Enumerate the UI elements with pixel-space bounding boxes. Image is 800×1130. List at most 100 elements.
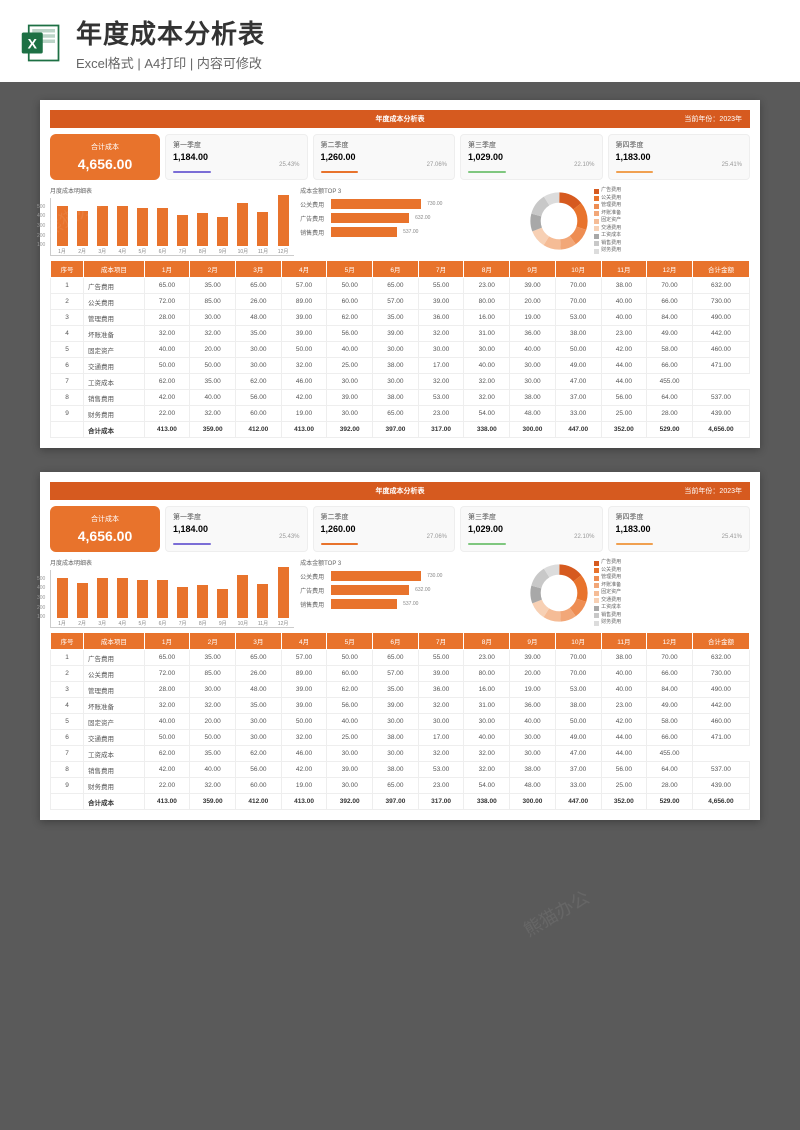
table-sum-cell: 413.00	[144, 422, 190, 438]
bar-label: 8月	[199, 248, 207, 255]
legend-item: 管理费用	[594, 574, 621, 582]
table-sum-cell: 413.00	[281, 422, 327, 438]
bar-col: 5月	[133, 580, 151, 627]
table-cell: 65.00	[373, 406, 419, 422]
table-cell: 2	[51, 666, 84, 682]
table-cell: 17.00	[418, 730, 464, 746]
table-cell: 25.00	[601, 778, 647, 794]
bar	[197, 585, 208, 618]
table-header: 10月	[555, 633, 601, 650]
table-cell: 30.00	[510, 746, 556, 762]
table-cell: 50.00	[327, 278, 373, 294]
table-cell: 56.00	[327, 326, 373, 342]
bar-col: 10月	[234, 203, 252, 255]
table-cell: 4	[51, 698, 84, 714]
table-cell: 55.00	[418, 278, 464, 294]
table-cell: 57.00	[373, 294, 419, 310]
table-cell: 30.00	[327, 406, 373, 422]
table-cell: 23.00	[464, 650, 510, 666]
table-cell: 32.00	[418, 374, 464, 390]
table-cell: 39.00	[510, 278, 556, 294]
bar-label: 12月	[278, 620, 289, 627]
legend-label: 固定资产	[601, 589, 621, 597]
table-sum-cell: 413.00	[144, 794, 190, 810]
sheet-instance-1: 年度成本分析表当前年份：2023年合计成本4,656.00第一季度1,184.0…	[40, 100, 760, 448]
table-cell: 30.00	[236, 342, 282, 358]
table-cell: 80.00	[464, 666, 510, 682]
table-cell: 455.00	[647, 374, 693, 390]
table-cell: 56.00	[236, 390, 282, 406]
legend-label: 广告费用	[601, 187, 621, 195]
table-cell: 管理费用	[84, 310, 145, 326]
bar-label: 7月	[179, 620, 187, 627]
quarter-value: 1,260.00	[321, 152, 448, 162]
quarter-card-3: 第三季度1,029.0022.10%	[460, 506, 603, 552]
table-header: 11月	[601, 633, 647, 650]
bar-label: 1月	[58, 248, 66, 255]
table-cell: 39.00	[373, 698, 419, 714]
table-header: 3月	[236, 633, 282, 650]
table-cell: 62.00	[236, 374, 282, 390]
table-cell: 53.00	[418, 762, 464, 778]
bar-label: 4月	[118, 620, 126, 627]
table-cell: 50.00	[555, 342, 601, 358]
table-cell: 16.00	[464, 310, 510, 326]
legend-swatch	[594, 241, 599, 246]
table-cell: 62.00	[144, 374, 190, 390]
table-cell: 固定资产	[84, 714, 145, 730]
bar	[117, 206, 128, 246]
table-sum-cell: 300.00	[510, 794, 556, 810]
table-cell: 56.00	[327, 698, 373, 714]
table-row: 4坏账准备32.0032.0035.0039.0056.0039.0032.00…	[51, 326, 750, 342]
table-cell: 30.00	[190, 682, 236, 698]
table-cell: 48.00	[236, 682, 282, 698]
table-cell: 70.00	[555, 650, 601, 666]
table-row: 7工资成本62.0035.0062.0046.0030.0030.0032.00…	[51, 374, 750, 390]
table-cell: 25.00	[601, 406, 647, 422]
table-cell: 70.00	[555, 294, 601, 310]
bar-label: 2月	[78, 248, 86, 255]
legend-swatch	[594, 219, 599, 224]
quarter-pct: 25.41%	[616, 534, 743, 540]
table-cell: 30.00	[373, 342, 419, 358]
bar-col: 4月	[113, 206, 131, 255]
year-label: 当前年份：2023年	[684, 486, 742, 496]
table-cell: 9	[51, 778, 84, 794]
legend-swatch	[594, 204, 599, 209]
table-cell: 490.00	[692, 310, 749, 326]
bar	[77, 583, 88, 618]
legend-label: 财务费用	[601, 247, 621, 255]
hbar-row: 广告费用632.00	[300, 585, 522, 595]
legend-label: 固定资产	[601, 217, 621, 225]
bar-chart-title: 月度成本明细表	[50, 558, 294, 567]
quarter-card-1: 第一季度1,184.0025.43%	[165, 506, 308, 552]
bar-col: 5月	[133, 208, 151, 255]
table-cell: 66.00	[647, 294, 693, 310]
table-cell: 72.00	[144, 294, 190, 310]
table-cell: 47.00	[555, 374, 601, 390]
bar	[177, 587, 188, 618]
table-cell: 32.00	[418, 746, 464, 762]
legend-swatch	[594, 226, 599, 231]
table-cell: 65.00	[236, 278, 282, 294]
table-cell: 37.00	[555, 762, 601, 778]
table-cell: 30.00	[464, 342, 510, 358]
table-cell: 40.00	[510, 714, 556, 730]
table-cell: 60.00	[236, 406, 282, 422]
table-cell: 23.00	[464, 278, 510, 294]
bar	[57, 206, 68, 246]
table-row: 5固定资产40.0020.0030.0050.0040.0030.0030.00…	[51, 342, 750, 358]
legend-swatch	[594, 576, 599, 581]
table-header: 11月	[601, 261, 647, 278]
table-cell: 84.00	[647, 682, 693, 698]
hbar-row: 公关费用730.00	[300, 571, 522, 581]
table-cell: 38.00	[555, 698, 601, 714]
table-cell: 471.00	[692, 358, 749, 374]
table-cell: 32.00	[464, 374, 510, 390]
table-sum-cell: 447.00	[555, 794, 601, 810]
quarter-pct: 22.10%	[468, 534, 595, 540]
table-sum-cell: 529.00	[647, 422, 693, 438]
table-cell: 32.00	[464, 746, 510, 762]
table-cell: 33.00	[555, 778, 601, 794]
table-sum-cell: 合计成本	[84, 422, 145, 438]
